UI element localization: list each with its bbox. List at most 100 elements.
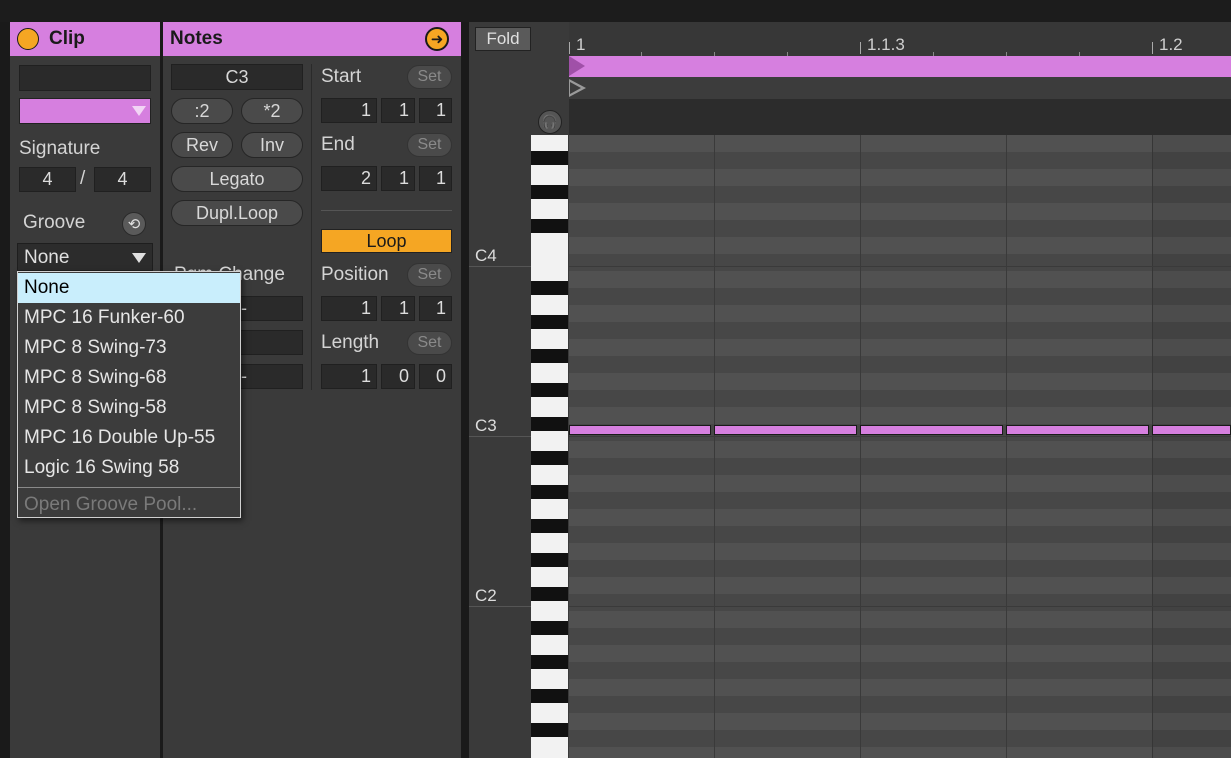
key-label-line (469, 266, 531, 267)
position-sixteenth[interactable]: 1 (419, 296, 452, 321)
loop-toggle[interactable]: Loop (321, 229, 452, 253)
note-grid[interactable] (569, 135, 1231, 758)
black-key[interactable] (531, 219, 568, 233)
position-label: Position (321, 264, 389, 285)
length-set-button[interactable]: Set (407, 331, 452, 355)
black-key[interactable] (531, 383, 568, 397)
ruler-label: 1 (576, 35, 586, 54)
black-key[interactable] (531, 621, 568, 635)
midi-note[interactable] (860, 425, 1003, 435)
black-key[interactable] (531, 349, 568, 363)
position-set-button[interactable]: Set (407, 263, 452, 287)
groove-hotswap-icon[interactable]: ⟲ (122, 212, 146, 236)
position-bar[interactable]: 1 (321, 296, 377, 321)
black-key[interactable] (531, 485, 568, 499)
groove-option[interactable]: MPC 16 Double Up-55 (18, 423, 240, 453)
beat-shade (1152, 135, 1231, 758)
loop-divider (321, 210, 452, 211)
groove-select-value: None (24, 247, 70, 268)
end-sixteenth[interactable]: 1 (419, 166, 452, 191)
end-set-button[interactable]: Set (407, 133, 452, 157)
signature-numerator[interactable]: 4 (19, 167, 76, 192)
midi-note[interactable] (1006, 425, 1149, 435)
black-key[interactable] (531, 689, 568, 703)
black-key[interactable] (531, 315, 568, 329)
groove-option[interactable]: MPC 8 Swing-68 (18, 363, 240, 393)
loop-start-marker[interactable] (569, 56, 585, 76)
menu-separator (18, 487, 240, 488)
duplicate-loop-button[interactable]: Dupl.Loop (171, 200, 303, 226)
top-strip (0, 0, 1231, 22)
ruler-tick (1152, 42, 1153, 54)
signature-slash: / (80, 168, 86, 189)
black-key[interactable] (531, 451, 568, 465)
clip-activator-button[interactable] (17, 28, 39, 50)
start-marker-inner (570, 82, 581, 94)
octave-line (569, 266, 1231, 267)
groove-option[interactable]: Logic 16 Swing 58 (18, 453, 240, 483)
start-label: Start (321, 66, 362, 87)
bank-value: - (241, 298, 247, 318)
double-button[interactable]: *2 (241, 98, 303, 124)
notes-divider (311, 64, 312, 390)
ruler-tick (860, 42, 861, 54)
key-label-line (469, 436, 531, 437)
black-key[interactable] (531, 587, 568, 601)
black-key[interactable] (531, 553, 568, 567)
half-button[interactable]: :2 (171, 98, 233, 124)
start-bar[interactable]: 1 (321, 98, 377, 123)
groove-option-none[interactable]: None (18, 273, 240, 303)
start-set-button[interactable]: Set (407, 65, 452, 89)
midi-note[interactable] (569, 425, 711, 435)
clip-color-select[interactable] (19, 98, 151, 124)
black-key[interactable] (531, 417, 568, 431)
scrub-area[interactable] (569, 99, 1231, 135)
groove-label: Groove (23, 212, 86, 233)
position-beat[interactable]: 1 (381, 296, 415, 321)
legato-button[interactable]: Legato (171, 166, 303, 192)
chevron-down-icon (132, 106, 146, 116)
key-label-c3: C3 (475, 416, 497, 435)
groove-option[interactable]: MPC 8 Swing-73 (18, 333, 240, 363)
length-beat[interactable]: 0 (381, 364, 415, 389)
end-beat[interactable]: 1 (381, 166, 415, 191)
groove-option[interactable]: MPC 16 Funker-60 (18, 303, 240, 333)
key-label-c4: C4 (475, 246, 497, 265)
end-bar[interactable]: 2 (321, 166, 377, 191)
invert-button[interactable]: Inv (241, 132, 303, 158)
ruler-tick (569, 42, 570, 54)
piano-keyboard[interactable] (531, 135, 568, 758)
black-key[interactable] (531, 185, 568, 199)
black-key[interactable] (531, 151, 568, 165)
clip-title: Clip (49, 28, 85, 49)
open-groove-pool-item[interactable]: Open Groove Pool... (18, 490, 240, 520)
groove-dropdown-menu: None MPC 16 Funker-60 MPC 8 Swing-73 MPC… (17, 271, 241, 518)
note-key-field[interactable]: C3 (171, 64, 303, 90)
arrow-right-icon[interactable]: ➜ (425, 27, 449, 51)
headphones-icon[interactable]: 🎧 (538, 110, 562, 134)
length-sixteenth[interactable]: 0 (419, 364, 452, 389)
groove-select[interactable]: None (17, 243, 153, 271)
midi-note[interactable] (1152, 425, 1231, 435)
notes-header: Notes ➜ (163, 22, 461, 56)
start-sixteenth[interactable]: 1 (419, 98, 452, 123)
loop-brace[interactable] (569, 56, 1231, 77)
reverse-button[interactable]: Rev (171, 132, 233, 158)
black-key[interactable] (531, 723, 568, 737)
pgm-value: - (241, 366, 247, 386)
midi-note[interactable] (714, 425, 857, 435)
black-key[interactable] (531, 655, 568, 669)
ruler-label: 1.2 (1159, 35, 1183, 54)
ruler-label: 1.1.3 (867, 35, 905, 54)
clip-header: Clip (10, 22, 160, 56)
start-beat[interactable]: 1 (381, 98, 415, 123)
length-bar[interactable]: 1 (321, 364, 377, 389)
octave-line (569, 606, 1231, 607)
groove-option[interactable]: MPC 8 Swing-58 (18, 393, 240, 423)
chevron-down-icon (132, 253, 146, 263)
black-key[interactable] (531, 519, 568, 533)
signature-denominator[interactable]: 4 (94, 167, 151, 192)
black-key[interactable] (531, 281, 568, 295)
clip-name-field[interactable] (19, 65, 151, 91)
fold-button[interactable]: Fold (475, 27, 531, 51)
